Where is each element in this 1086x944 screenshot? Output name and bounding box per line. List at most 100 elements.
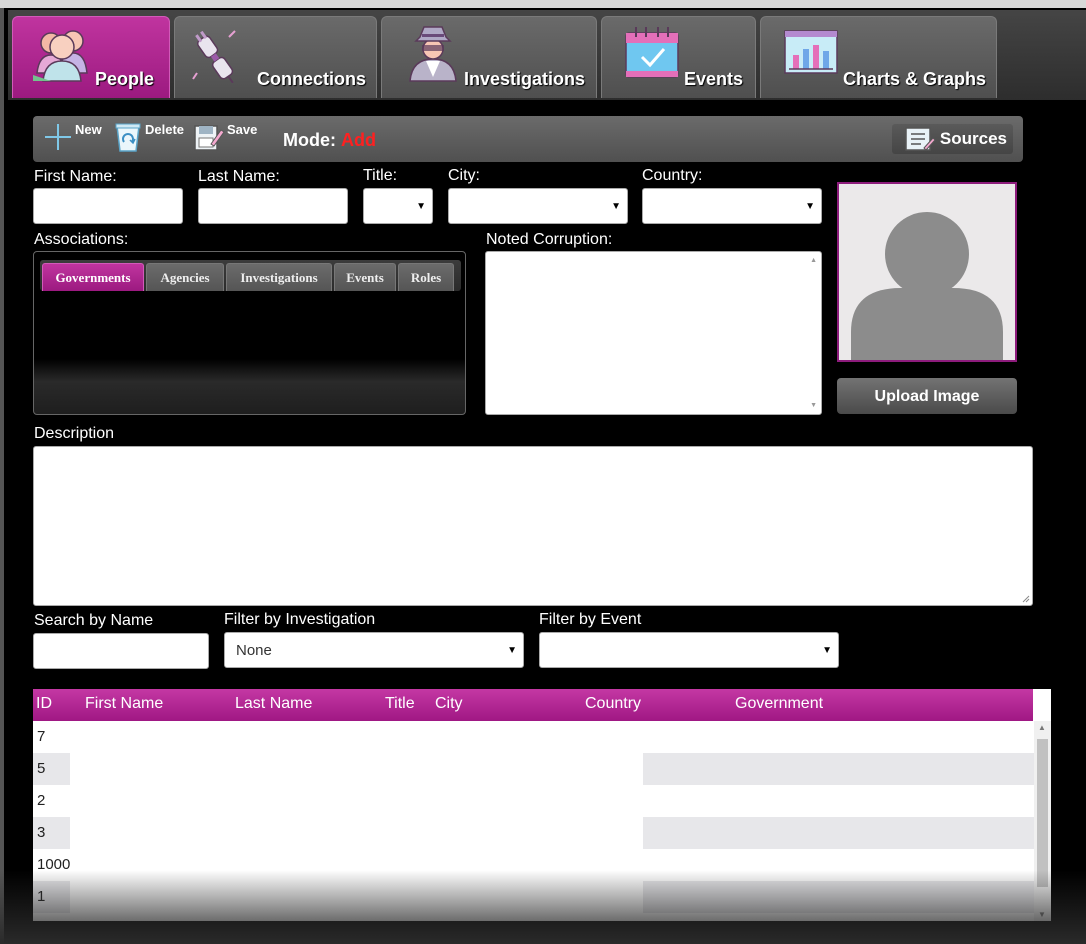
mode-label: Mode: <box>283 130 336 150</box>
grid-header: ID First Name Last Name Title City Count… <box>33 689 1033 721</box>
filter-investigation-select[interactable]: None ▼ <box>224 632 524 668</box>
new-label: New <box>75 122 102 137</box>
save-label: Save <box>227 122 258 137</box>
filter-event-label: Filter by Event <box>539 611 642 628</box>
mode-indicator: Mode: Add <box>283 130 376 151</box>
tab-connections[interactable]: Connections <box>174 16 377 98</box>
scrollbar-thumb[interactable] <box>1037 739 1048 887</box>
column-header-first-name[interactable]: First Name <box>85 695 163 713</box>
chart-icon <box>784 30 838 74</box>
assoc-tab-events[interactable]: Events <box>334 263 396 291</box>
scroll-down-arrow-icon[interactable]: ▼ <box>810 402 817 409</box>
toolbar: New Delete Save Mode: Add Sources <box>33 116 1023 162</box>
table-row[interactable]: 7 <box>33 721 1033 753</box>
country-select[interactable]: ▼ <box>642 188 822 224</box>
dropdown-arrow-icon: ▼ <box>822 645 832 656</box>
grid-scrollbar[interactable]: ▲ ▼ <box>1034 721 1051 921</box>
description-textarea[interactable] <box>33 446 1033 606</box>
save-disk-icon <box>194 125 225 151</box>
column-header-government[interactable]: Government <box>735 695 823 713</box>
table-row[interactable]: 1000 <box>33 849 1033 881</box>
associations-label: Associations: <box>34 231 129 248</box>
row-stripe <box>643 753 1034 785</box>
filter-investigation-value: None <box>236 642 272 659</box>
assoc-tab-governments[interactable]: Governments <box>42 263 144 291</box>
scroll-up-arrow-icon[interactable]: ▲ <box>810 257 817 264</box>
description-label: Description <box>34 425 115 442</box>
first-name-label: First Name: <box>34 168 117 185</box>
assoc-tab-investigations[interactable]: Investigations <box>226 263 332 291</box>
column-header-title[interactable]: Title <box>385 695 415 713</box>
title-select[interactable]: ▼ <box>363 188 433 224</box>
city-label: City: <box>448 167 480 184</box>
cell-id: 3 <box>33 817 70 849</box>
column-header-city[interactable]: City <box>435 695 463 713</box>
tab-people[interactable]: People <box>12 16 170 98</box>
row-stripe <box>643 881 1034 913</box>
table-row[interactable]: 5 <box>33 753 1034 785</box>
tab-label: Investigations <box>464 69 586 89</box>
dropdown-arrow-icon: ▼ <box>611 201 621 212</box>
calendar-icon <box>625 27 679 78</box>
cell-id: 1000 <box>37 856 71 873</box>
dropdown-arrow-icon: ▼ <box>805 201 815 212</box>
mode-value: Add <box>341 130 376 150</box>
plug-icon <box>192 30 236 83</box>
tab-label: Events <box>684 69 744 89</box>
main-tab-bar: People Connections Investigations Events… <box>8 10 1086 100</box>
assoc-tab-agencies[interactable]: Agencies <box>146 263 224 291</box>
table-row[interactable]: 1 <box>33 881 1034 913</box>
new-button[interactable]: New <box>43 122 102 156</box>
delete-button[interactable]: Delete <box>113 122 184 156</box>
cell-id: 7 <box>37 728 46 745</box>
person-photo <box>837 182 1017 362</box>
associations-panel: Governments Agencies Investigations Even… <box>33 251 466 415</box>
window-top-border <box>0 0 1086 8</box>
tab-charts-graphs[interactable]: Charts & Graphs <box>760 16 997 98</box>
table-row[interactable]: 3 <box>33 817 1034 849</box>
title-label: Title: <box>363 167 398 184</box>
cell-id: 5 <box>33 753 70 785</box>
scroll-up-arrow-icon[interactable]: ▲ <box>1038 723 1046 732</box>
last-name-label: Last Name: <box>198 168 280 185</box>
search-by-name-label: Search by Name <box>34 612 154 629</box>
sources-label: Sources <box>939 129 1007 148</box>
row-stripe <box>643 817 1034 849</box>
column-header-id[interactable]: ID <box>36 695 52 713</box>
dropdown-arrow-icon: ▼ <box>416 201 426 212</box>
sources-list-icon <box>905 127 936 151</box>
tab-label: People <box>95 69 155 89</box>
tab-label: Charts & Graphs <box>843 69 987 89</box>
people-grid: ID First Name Last Name Title City Count… <box>33 689 1051 921</box>
cell-id: 2 <box>37 792 46 809</box>
search-by-name-input[interactable] <box>33 633 209 669</box>
filter-event-select[interactable]: ▼ <box>539 632 839 668</box>
column-header-last-name[interactable]: Last Name <box>235 695 312 713</box>
assoc-tab-roles[interactable]: Roles <box>398 263 454 291</box>
plus-icon <box>45 124 71 150</box>
city-select[interactable]: ▼ <box>448 188 628 224</box>
tab-investigations[interactable]: Investigations <box>381 16 597 98</box>
tab-events[interactable]: Events <box>601 16 756 98</box>
dropdown-arrow-icon: ▼ <box>507 645 517 656</box>
save-button[interactable]: Save <box>193 122 257 156</box>
first-name-field[interactable] <box>33 188 183 224</box>
default-avatar-icon <box>851 212 1003 360</box>
country-label: Country: <box>642 167 703 184</box>
delete-label: Delete <box>145 122 185 137</box>
recycle-bin-icon <box>115 123 141 152</box>
people-icon <box>33 30 88 82</box>
detective-icon <box>409 26 457 82</box>
noted-corruption-textarea[interactable]: ▲ ▼ <box>485 251 822 415</box>
filter-investigation-label: Filter by Investigation <box>224 611 376 628</box>
cell-id: 1 <box>33 881 70 913</box>
table-row[interactable]: 2 <box>33 785 1033 817</box>
last-name-field[interactable] <box>198 188 348 224</box>
upload-image-button[interactable]: Upload Image <box>837 378 1017 414</box>
resize-grip-icon[interactable] <box>1022 595 1030 603</box>
tab-label: Connections <box>257 69 367 89</box>
sources-button[interactable]: Sources <box>891 124 1013 154</box>
column-header-country[interactable]: Country <box>585 695 641 713</box>
scroll-down-arrow-icon[interactable]: ▼ <box>1038 910 1046 919</box>
noted-corruption-label: Noted Corruption: <box>486 231 613 248</box>
